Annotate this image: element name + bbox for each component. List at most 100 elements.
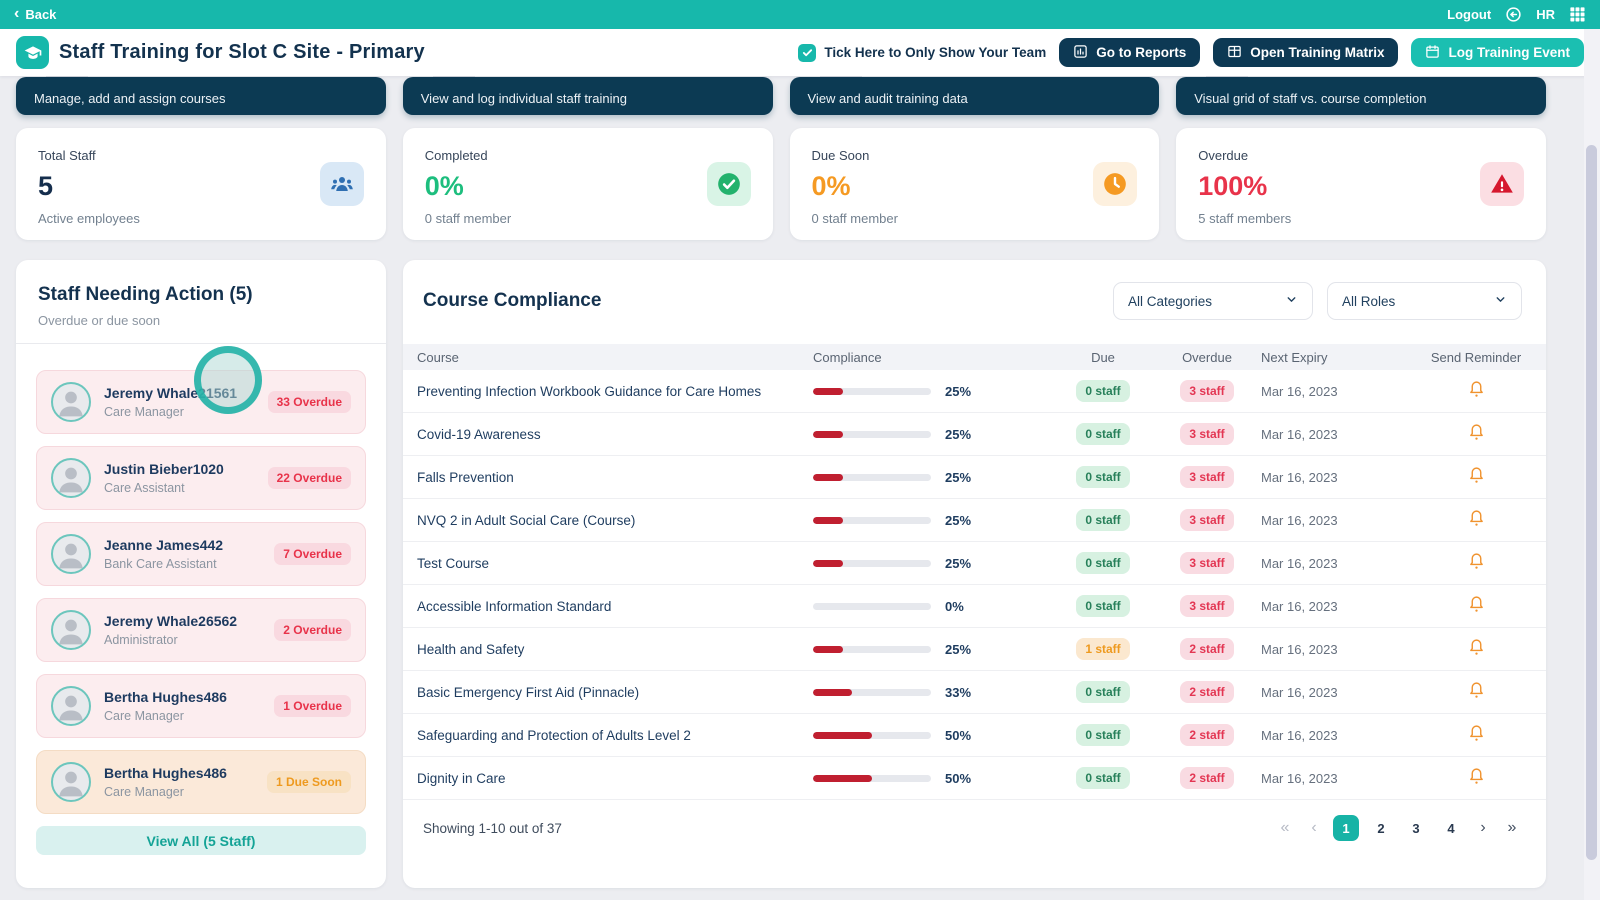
send-reminder-bell-icon[interactable]	[1468, 680, 1485, 704]
view-all-button[interactable]: View All (5 Staff)	[36, 826, 366, 855]
apps-grid-icon[interactable]	[1569, 6, 1586, 23]
staff-role: Bank Care Assistant	[104, 557, 217, 571]
send-reminder-bell-icon[interactable]	[1468, 766, 1485, 790]
compliance-percent: 33%	[945, 684, 972, 700]
page-scrollbar[interactable]	[1584, 29, 1600, 900]
next-expiry-date: Mar 16, 2023	[1261, 727, 1338, 743]
course-name: Covid-19 Awareness	[417, 426, 541, 442]
back-chevron-icon: ‹	[14, 4, 20, 22]
showing-count: Showing 1-10 out of 37	[423, 820, 562, 836]
table-row[interactable]: Preventing Infection Workbook Guidance f…	[403, 370, 1546, 413]
shortcut-card[interactable]: Manage, add and assign courses	[16, 73, 386, 115]
staff-panel-title: Staff Needing Action (5)	[38, 284, 253, 305]
overdue-badge: 3 staff	[1180, 380, 1234, 402]
table-row[interactable]: Falls Prevention 25% 0 staff 3 staff Mar…	[403, 456, 1546, 499]
back-button[interactable]: ‹ Back	[14, 4, 57, 22]
due-badge: 0 staff	[1076, 552, 1130, 574]
go-to-reports-button[interactable]: Go to Reports	[1059, 38, 1201, 67]
first-page-icon[interactable]: «	[1275, 819, 1295, 837]
table-row[interactable]: Health and Safety 25% 1 staff 2 staff Ma…	[403, 628, 1546, 671]
logout-link[interactable]: Logout	[1447, 7, 1491, 22]
back-label: Back	[25, 7, 57, 22]
send-reminder-bell-icon[interactable]	[1468, 594, 1485, 618]
shortcut-card[interactable]: View and log individual staff training	[402, 73, 773, 115]
completed-value: 0%	[424, 171, 464, 201]
stat-card-completed: Completed 0% 0 staff member	[402, 128, 773, 240]
staff-item[interactable]: Bertha Hughes486 Care Manager 1 Overdue	[36, 674, 366, 738]
matrix-grid-icon	[1227, 44, 1242, 62]
page-number[interactable]: 3	[1403, 815, 1429, 841]
staff-item[interactable]: Jeremy Whale21561 Care Manager 33 Overdu…	[36, 370, 366, 434]
clock-icon	[1093, 162, 1138, 206]
send-reminder-bell-icon[interactable]	[1468, 422, 1485, 446]
scrollbar-thumb[interactable]	[1586, 145, 1597, 860]
prev-page-icon[interactable]: ‹	[1304, 819, 1324, 837]
page-number[interactable]: 4	[1438, 815, 1464, 841]
send-reminder-bell-icon[interactable]	[1468, 637, 1485, 661]
overdue-badge: 3 staff	[1180, 552, 1234, 574]
next-page-icon[interactable]: ›	[1473, 819, 1493, 837]
overdue-badge: 2 staff	[1180, 724, 1234, 746]
table-row[interactable]: Accessible Information Standard 0% 0 sta…	[403, 585, 1546, 628]
avatar	[51, 534, 91, 574]
stat-card-total-staff: Total Staff 5 Active employees	[16, 128, 386, 240]
table-row[interactable]: Test Course 25% 0 staff 3 staff Mar 16, …	[403, 542, 1546, 585]
send-reminder-bell-icon[interactable]	[1468, 508, 1485, 532]
course-name: NVQ 2 in Adult Social Care (Course)	[417, 512, 636, 528]
roles-select[interactable]: All Roles	[1327, 282, 1522, 320]
compliance-progress-bar	[813, 602, 931, 610]
staff-role: Administrator	[104, 633, 178, 647]
course-name: Test Course	[417, 555, 490, 571]
compliance-title: Course Compliance	[423, 290, 602, 311]
shortcut-card[interactable]: Visual grid of staff vs. course completi…	[1176, 73, 1546, 115]
avatar	[51, 458, 91, 498]
overdue-badge: 3 staff	[1180, 423, 1234, 445]
show-team-checkbox[interactable]: Tick Here to Only Show Your Team	[798, 43, 1046, 62]
avatar	[51, 762, 91, 802]
send-reminder-bell-icon[interactable]	[1468, 465, 1485, 489]
due-soon-value: 0%	[811, 171, 851, 201]
shortcut-description: View and log individual staff training	[420, 91, 627, 106]
due-badge: 0 staff	[1076, 595, 1130, 617]
staff-item[interactable]: Jeanne James442 Bank Care Assistant 7 Ov…	[36, 522, 366, 586]
send-reminder-bell-icon[interactable]	[1468, 379, 1485, 403]
last-page-icon[interactable]: »	[1502, 819, 1522, 837]
logout-icon[interactable]	[1505, 6, 1522, 23]
next-expiry-date: Mar 16, 2023	[1261, 684, 1338, 700]
send-reminder-bell-icon[interactable]	[1468, 723, 1485, 747]
overdue-badge: 3 staff	[1180, 466, 1234, 488]
categories-select[interactable]: All Categories	[1113, 282, 1313, 320]
table-row[interactable]: NVQ 2 in Adult Social Care (Course) 25% …	[403, 499, 1546, 542]
table-row[interactable]: Dignity in Care 50% 0 staff 2 staff Mar …	[403, 757, 1546, 800]
stat-card-due-soon: Due Soon 0% 0 staff member	[789, 128, 1160, 240]
page-title: Staff Training for Slot C Site - Primary	[59, 41, 425, 63]
staff-item[interactable]: Bertha Hughes486 Care Manager 1 Due Soon	[36, 750, 366, 814]
log-training-event-button[interactable]: Log Training Event	[1411, 38, 1584, 67]
status-badge: 7 Overdue	[274, 543, 351, 565]
table-row[interactable]: Basic Emergency First Aid (Pinnacle) 33%…	[403, 671, 1546, 714]
page-number[interactable]: 2	[1368, 815, 1394, 841]
user-initials[interactable]: HR	[1536, 7, 1555, 22]
table-row[interactable]: Safeguarding and Protection of Adults Le…	[403, 714, 1546, 757]
staff-needing-action-panel: Staff Needing Action (5) Overdue or due …	[16, 260, 386, 888]
table-row[interactable]: Covid-19 Awareness 25% 0 staff 3 staff M…	[403, 413, 1546, 456]
open-training-matrix-button[interactable]: Open Training Matrix	[1213, 38, 1399, 67]
course-name: Health and Safety	[417, 641, 525, 657]
send-reminder-bell-icon[interactable]	[1468, 551, 1485, 575]
staff-role: Care Manager	[104, 405, 184, 419]
staff-name: Bertha Hughes486	[104, 765, 227, 781]
shortcut-card[interactable]: View and audit training data	[789, 73, 1160, 115]
page-number[interactable]: 1	[1333, 815, 1359, 841]
staff-item[interactable]: Jeremy Whale26562 Administrator 2 Overdu…	[36, 598, 366, 662]
status-badge: 33 Overdue	[267, 391, 351, 413]
checkbox-checked-icon[interactable]	[798, 43, 817, 62]
course-name: Accessible Information Standard	[417, 598, 612, 614]
compliance-progress-bar	[813, 645, 931, 653]
staff-item[interactable]: Justin Bieber1020 Care Assistant 22 Over…	[36, 446, 366, 510]
compliance-progress-bar	[813, 559, 931, 567]
next-expiry-date: Mar 16, 2023	[1261, 770, 1338, 786]
top-bar: ‹ Back Logout HR	[0, 0, 1600, 29]
compliance-progress-bar	[813, 731, 931, 739]
shortcut-description: Manage, add and assign courses	[34, 91, 226, 106]
course-name: Preventing Infection Workbook Guidance f…	[417, 383, 762, 399]
